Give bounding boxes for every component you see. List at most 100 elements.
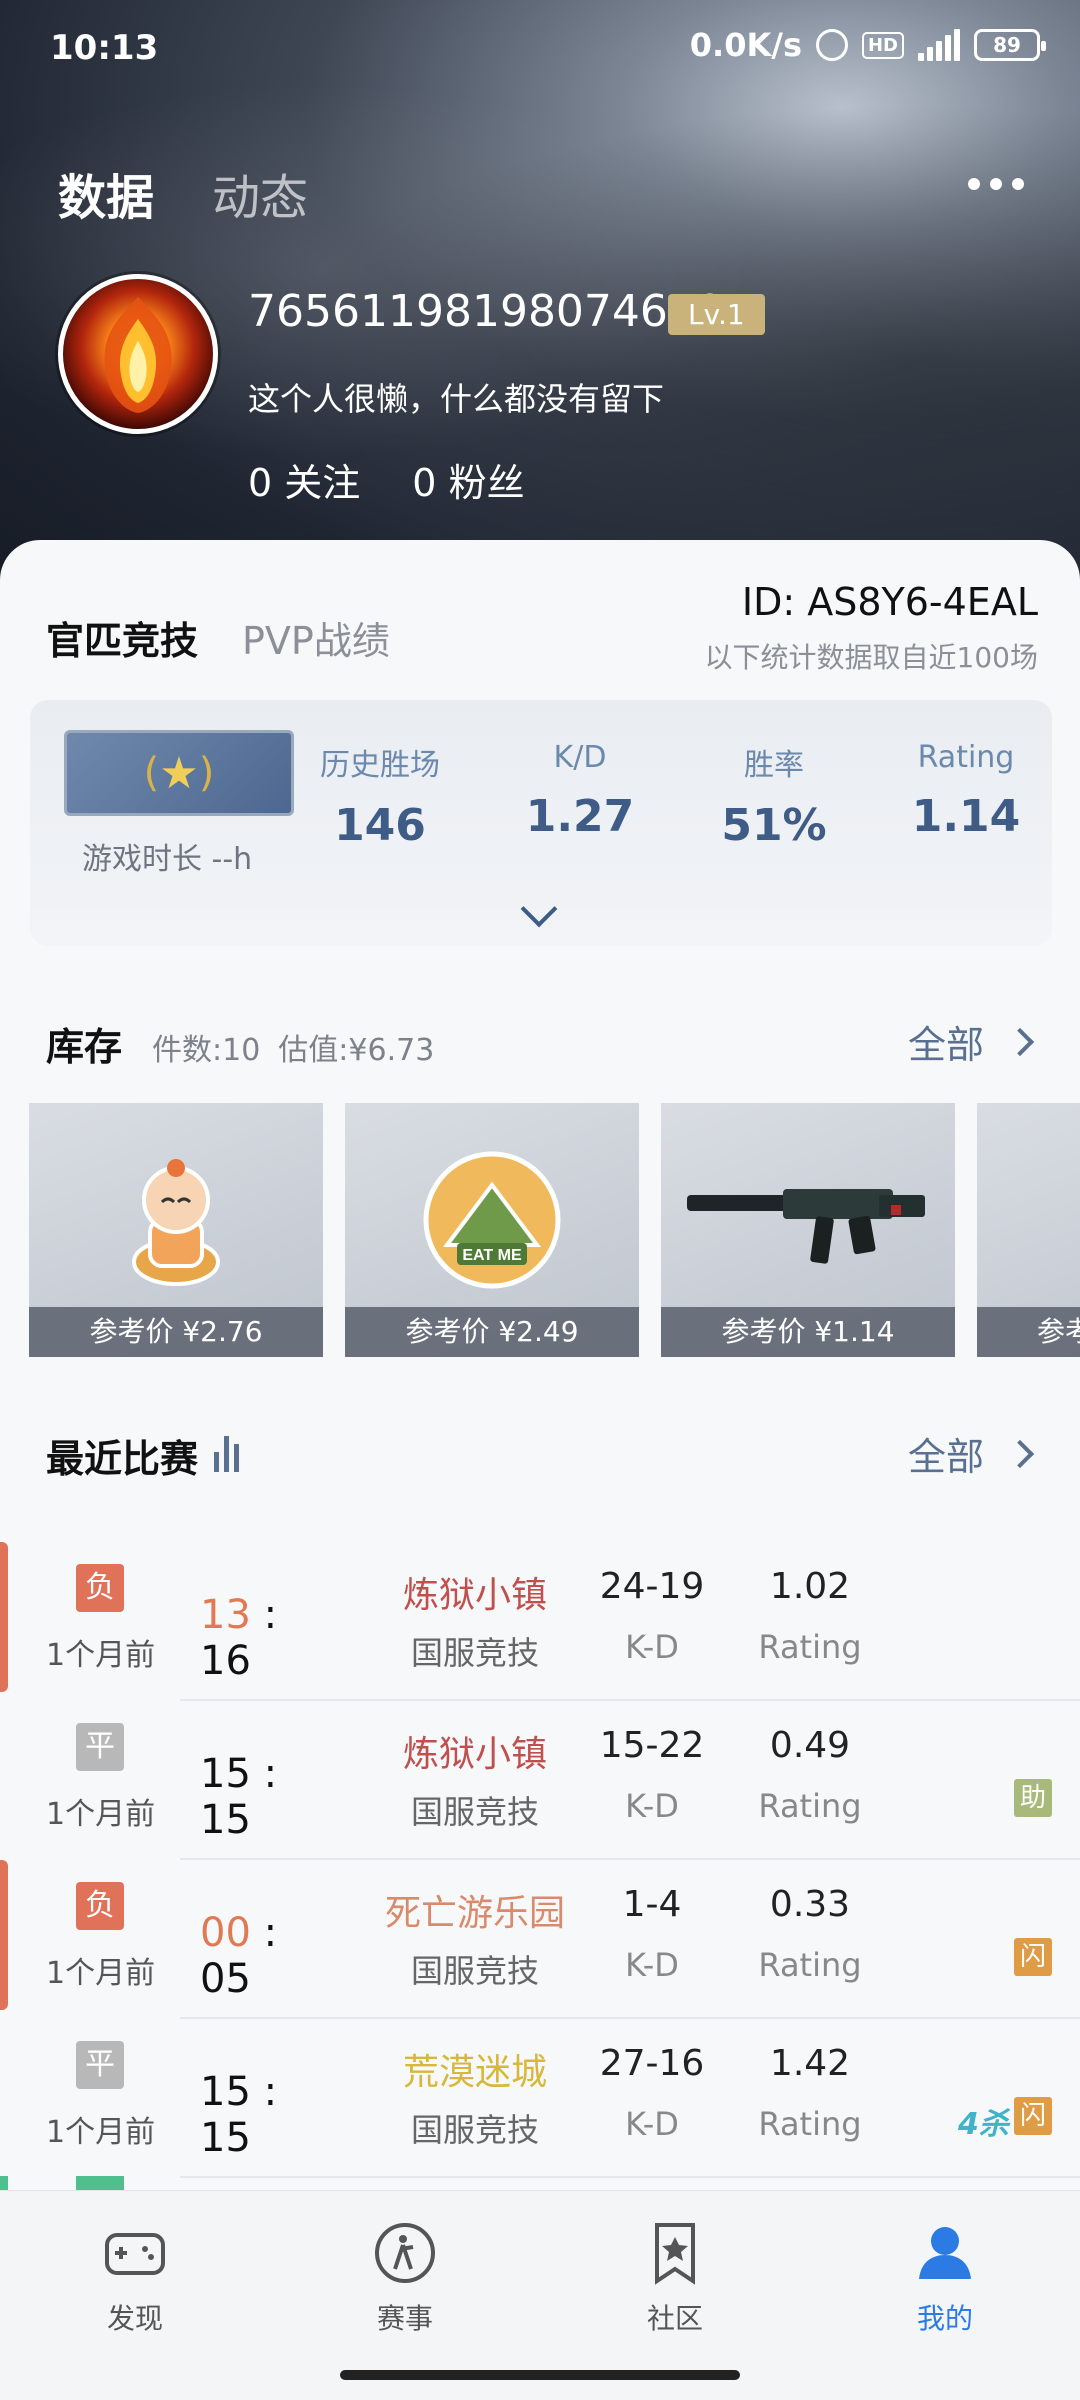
match-result-badge: 负 [76,1564,124,1612]
monk-sticker-icon [132,1158,220,1286]
matches-all-button[interactable]: 全部 [908,1426,1035,1481]
inventory-list: 参考价 ¥2.76 EAT ME 参考价 ¥2.49 参考价 ¥1.14 参考 [29,1103,1080,1357]
match-rating: 0.49 [769,1725,851,1766]
match-time: 1个月前 [46,2115,156,2150]
recent-matches-header: 最近比赛 [46,1428,240,1483]
status-bar: 10:13 0.0K/s HD 89 [0,0,1080,96]
top-tabs: 数据 动态 [58,158,308,228]
inventory-all-button[interactable]: 全部 [907,1014,1035,1069]
inventory-item[interactable]: 参考 [977,1103,1080,1357]
following-count: 0 [248,461,273,505]
stat-label: 胜率 [744,748,804,783]
tab-data[interactable]: 数据 [58,158,154,228]
rank-badge-icon: ( ★ ) [64,730,294,816]
match-kd: 15-22 [599,1725,705,1766]
match-map: 荒漠迷城 [402,2052,547,2093]
inventory-item[interactable]: 参考价 ¥2.76 [29,1103,323,1357]
match-row[interactable]: 平 1个月前 15 : 15 荒漠迷城 国服竞技 27-16 K-D 1.42 Rating 4杀… [0,2019,1080,2178]
inventory-title: 库存 [46,1025,123,1069]
alarm-icon [815,29,848,61]
expand-chevron-icon[interactable] [520,890,558,928]
nav-label: 社区 [646,2302,703,2335]
match-kd-label: K-D [625,1787,679,1825]
match-list: 负 1个月前 13 : 16 炼狱小镇 国服竞技 24-19 K-D 1.02 Rating 平 1… [0,1542,1080,2178]
inventory-header: 库存 件数:10 估值:¥6.73 [46,1016,434,1071]
nav-label: 发现 [106,2302,163,2335]
match-rating-label: Rating [758,1946,862,1984]
home-indicator[interactable] [340,2370,740,2380]
player-id: ID: AS8Y6-4EAL [741,580,1038,624]
match-rating-label: Rating [758,2105,862,2143]
match-row[interactable]: 负 1个月前 00 : 05 死亡游乐园 国服竞技 1-4 K-D 0.33 Rating 闪 [0,1860,1080,2019]
match-map: 炼狱小镇 [402,1734,547,1775]
match-accent-bar [0,1860,8,2010]
bottom-nav: 发现 赛事 社区 我的 [0,2190,1080,2360]
signal-icon [918,29,960,61]
avatar[interactable] [58,274,218,434]
playtime: 游戏时长 --h [82,842,253,877]
stat-label: 历史胜场 [320,748,440,783]
nav-community[interactable]: 社区 [540,2191,810,2360]
hd-icon: HD [861,31,904,59]
match-mode: 国服竞技 [410,2111,539,2149]
wreath-right-icon: ) [198,750,215,796]
gamepad-icon [105,2233,165,2275]
inventory-count: 件数:10 [152,1033,261,1068]
match-time: 1个月前 [46,1638,156,1673]
nav-discover[interactable]: 发现 [0,2191,270,2360]
inventory-item[interactable]: 参考价 ¥1.14 [661,1103,955,1357]
item-price: 参考价 ¥1.14 [661,1307,955,1357]
stat-label: K/D [553,740,607,775]
match-kd: 1-4 [622,1884,682,1925]
match-map: 死亡游乐园 [384,1893,565,1934]
chevron-right-icon [1005,1027,1035,1056]
match-score: 15 : 15 [200,2069,278,2161]
tab-pvp-record[interactable]: PVP战绩 [242,610,390,665]
soldier-icon [375,2223,435,2283]
match-row[interactable]: 负 1个月前 13 : 16 炼狱小镇 国服竞技 24-19 K-D 1.02 Rating [0,1542,1080,1701]
tab-official-match[interactable]: 官匹竞技 [46,610,198,665]
star-icon: ★ [159,747,199,799]
inventory-item[interactable]: EAT ME 参考价 ¥2.49 [345,1103,639,1357]
more-menu-icon[interactable] [968,178,1024,190]
tab-feed[interactable]: 动态 [212,158,308,228]
status-time: 10:13 [50,28,159,68]
score-team-b: 15 [200,2115,251,2161]
stats-card[interactable]: ( ★ ) 游戏时长 --h 历史胜场 146 K/D 1.27 胜率 51% … [30,700,1052,946]
filter-icon[interactable] [214,1436,240,1472]
match-rating: 1.02 [769,1566,851,1607]
match-mode: 国服竞技 [410,1634,539,1672]
stat-rating: Rating 1.14 [866,740,1066,842]
stat-value: 1.14 [911,791,1021,842]
stat-value: 146 [334,800,426,851]
recent-matches-title: 最近比赛 [46,1437,199,1481]
zongzi-sticker-icon: EAT ME [423,1151,561,1289]
nav-label: 我的 [916,2302,973,2335]
nav-events[interactable]: 赛事 [270,2191,540,2360]
match-score: 13 : 16 [200,1592,278,1684]
following-link[interactable]: 0 关注 [248,452,360,507]
match-kd: 27-16 [599,2043,705,2084]
score-team-a: 15 [200,1751,251,1797]
item-price: 参考价 ¥2.76 [29,1307,323,1357]
stat-label: Rating [917,740,1015,775]
following-label: 关注 [284,461,361,505]
match-rating: 0.33 [769,1884,851,1925]
user-bio: 这个人很懒，什么都没有留下 [248,380,665,418]
match-rating: 1.42 [769,2043,851,2084]
followers-link[interactable]: 0 粉丝 [412,452,524,507]
nav-me[interactable]: 我的 [810,2191,1080,2360]
inventory-value: 估值:¥6.73 [278,1033,435,1068]
match-score: 15 : 15 [200,1751,278,1843]
stat-kd: K/D 1.27 [480,740,680,842]
stat-note: 以下统计数据取自近100场 [704,641,1038,674]
match-row[interactable]: 平 1个月前 15 : 15 炼狱小镇 国服竞技 15-22 K-D 0.49 Rating 助 [0,1701,1080,1860]
follow-stats: 0 关注 0 粉丝 [248,452,525,507]
all-label: 全部 [907,1023,984,1067]
score-team-a: 13 [200,1592,251,1638]
avatar-flame-icon [104,297,172,413]
stat-value: 51% [721,800,827,851]
stat-wins: 历史胜场 146 [280,740,480,851]
match-rating-label: Rating [758,1787,862,1825]
followers-label: 粉丝 [448,461,525,505]
